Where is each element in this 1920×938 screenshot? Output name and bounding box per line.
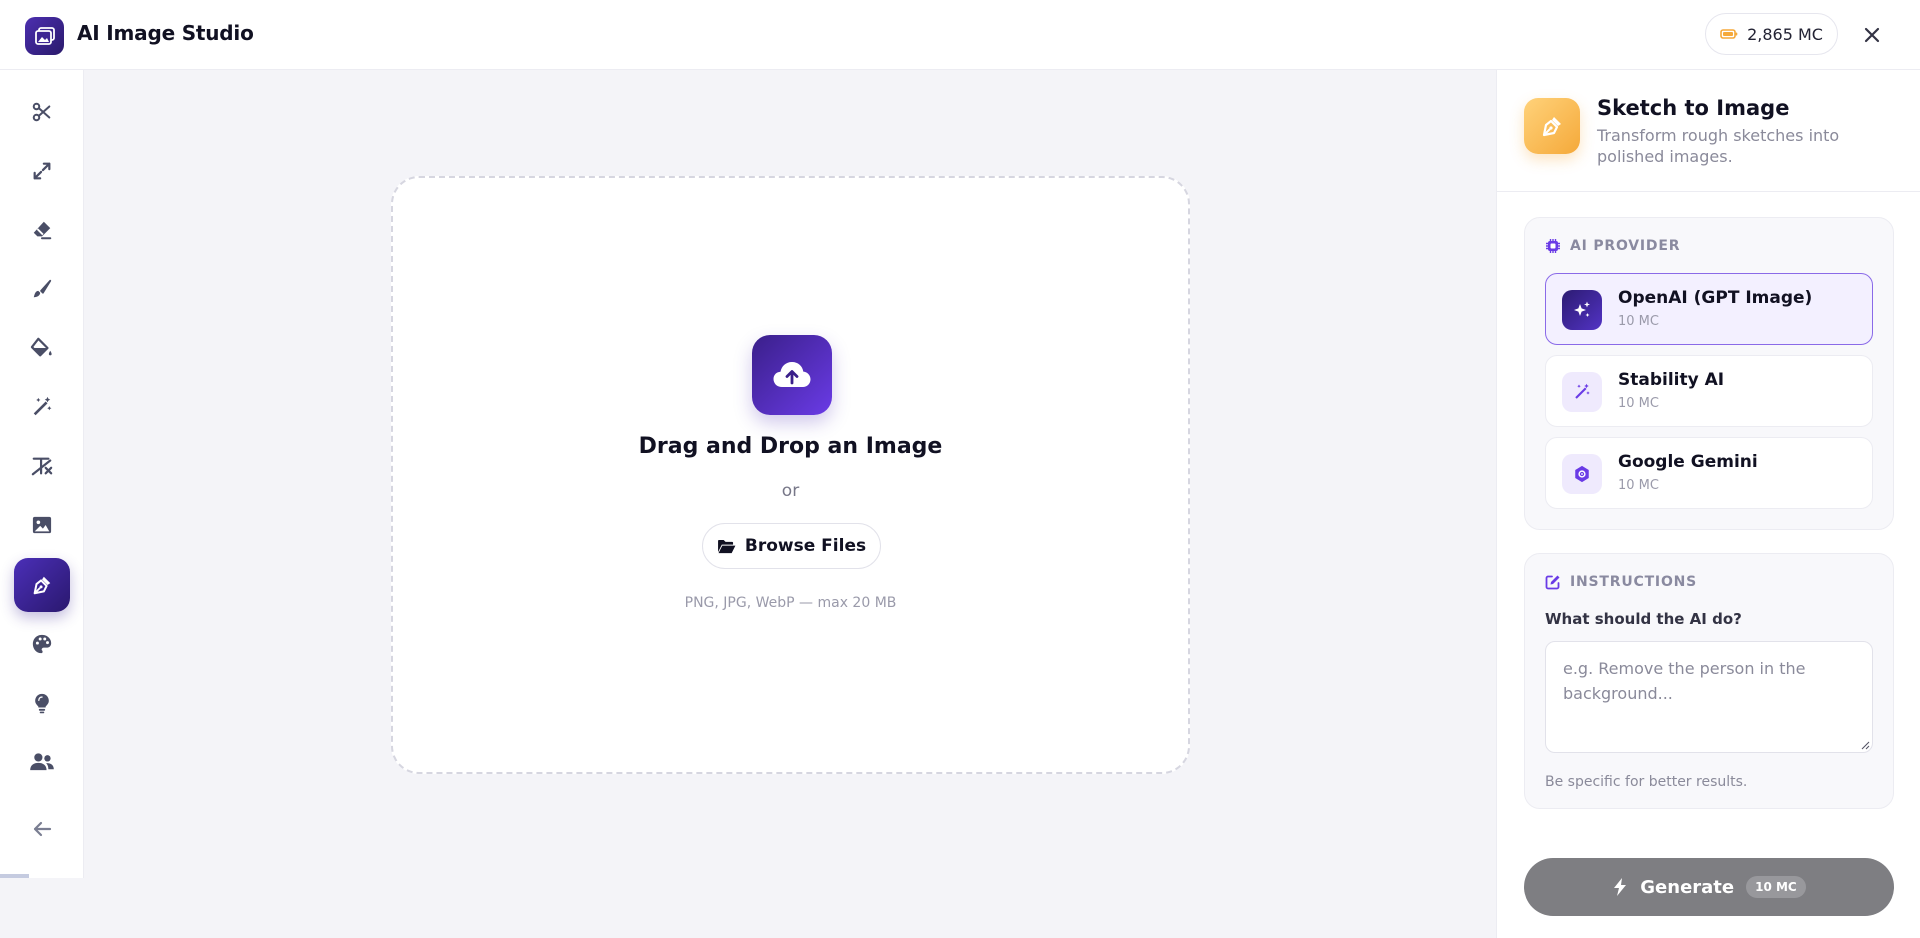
provider-option-gemini[interactable]: Google Gemini 10 MC	[1545, 437, 1873, 509]
sidebar-item-community[interactable]	[14, 735, 70, 789]
generate-cost-badge: 10 MC	[1746, 876, 1806, 898]
settings-panel: Sketch to Image Transform rough sketches…	[1496, 70, 1920, 938]
instructions-textarea[interactable]	[1545, 641, 1873, 753]
provider-icon	[1562, 372, 1602, 412]
provider-name: OpenAI (GPT Image)	[1618, 288, 1813, 308]
app-logo	[25, 17, 64, 55]
brush-icon	[33, 279, 52, 298]
sidebar-item-cut[interactable]	[14, 85, 70, 139]
credits-value: 2,865 MC	[1747, 24, 1823, 44]
credits-badge[interactable]: 2,865 MC	[1705, 13, 1838, 55]
provider-icon	[1562, 290, 1602, 330]
pen-nib-icon	[1542, 117, 1561, 137]
panel-divider	[1497, 191, 1920, 192]
provider-name: Stability AI	[1618, 370, 1725, 390]
app-title: AI Image Studio	[77, 21, 254, 45]
image-icon	[32, 516, 52, 534]
provider-option-openai[interactable]: OpenAI (GPT Image) 10 MC	[1545, 273, 1873, 345]
sidebar-scroll-indicator	[0, 874, 29, 878]
lightbulb-icon	[35, 693, 49, 714]
instructions-label: What should the AI do?	[1545, 610, 1742, 628]
sidebar-item-enhance[interactable]	[14, 380, 70, 434]
upload-badge	[752, 335, 832, 415]
arrow-left-icon	[33, 821, 52, 837]
battery-icon	[1720, 29, 1738, 39]
provider-name: Google Gemini	[1618, 452, 1758, 472]
sidebar-item-expand[interactable]	[14, 144, 70, 198]
provider-cost: 10 MC	[1618, 478, 1659, 493]
dropzone-format-hint: PNG, JPG, WebP — max 20 MB	[684, 595, 897, 611]
instructions-hint: Be specific for better results.	[1545, 774, 1748, 790]
provider-option-stability[interactable]: Stability AI 10 MC	[1545, 355, 1873, 427]
magic-wand-icon	[33, 396, 52, 416]
atom-icon	[1575, 465, 1589, 483]
eraser-icon	[33, 221, 52, 240]
pen-nib-icon	[33, 576, 51, 595]
image-dropzone[interactable]: Drag and Drop an Image or Browse Files P…	[391, 176, 1190, 774]
provider-cost: 10 MC	[1618, 396, 1659, 411]
sidebar-item-sketch[interactable]	[14, 558, 70, 612]
scissors-icon	[32, 102, 51, 122]
users-icon	[30, 753, 54, 771]
sidebar-item-fill[interactable]	[14, 321, 70, 375]
browse-files-button[interactable]: Browse Files	[702, 523, 881, 569]
close-icon	[1864, 27, 1880, 43]
browse-files-label: Browse Files	[744, 536, 867, 556]
expand-icon	[33, 162, 51, 180]
sidebar-item-erase[interactable]	[14, 203, 70, 257]
image-icon	[34, 27, 55, 45]
resize-handle-icon[interactable]	[1861, 741, 1870, 750]
close-button[interactable]	[1858, 21, 1886, 49]
lightning-icon	[1614, 878, 1627, 896]
palette-icon	[32, 634, 52, 654]
paint-bucket-icon	[30, 337, 52, 357]
cloud-upload-icon	[773, 362, 811, 387]
magic-wand-icon	[1575, 383, 1590, 399]
ai-provider-heading-text: AI PROVIDER	[1570, 238, 1681, 254]
remove-text-icon	[31, 457, 53, 476]
instructions-heading: INSTRUCTIONS	[1545, 574, 1697, 590]
sidebar-collapse-button[interactable]	[14, 802, 70, 856]
sparkles-icon	[1574, 301, 1590, 317]
top-bar: AI Image Studio 2,865 MC	[0, 0, 1920, 70]
sidebar-item-remove-text[interactable]	[14, 439, 70, 493]
tool-badge	[1524, 98, 1580, 154]
generate-button[interactable]: Generate 10 MC	[1524, 858, 1894, 916]
sidebar-item-images[interactable]	[14, 498, 70, 552]
instructions-card: INSTRUCTIONS What should the AI do? Be s…	[1524, 553, 1894, 809]
sidebar-item-paint[interactable]	[14, 262, 70, 316]
edit-icon	[1545, 575, 1560, 590]
cpu-icon	[1546, 239, 1560, 253]
provider-cost: 10 MC	[1618, 314, 1659, 329]
tool-subtitle: Transform rough sketches into polished i…	[1597, 126, 1840, 166]
dropzone-or-text: or	[781, 481, 800, 501]
dropzone-title: Drag and Drop an Image	[638, 434, 943, 459]
sidebar-item-ideas[interactable]	[14, 676, 70, 730]
ai-provider-heading: AI PROVIDER	[1545, 238, 1680, 254]
ai-provider-card: AI PROVIDER OpenAI (GPT Image) 10 MC Sta…	[1524, 217, 1894, 530]
tool-sidebar	[0, 70, 84, 878]
tool-title: Sketch to Image	[1597, 96, 1790, 120]
sidebar-item-style[interactable]	[14, 617, 70, 671]
generate-label: Generate	[1640, 876, 1735, 898]
provider-icon	[1562, 454, 1602, 494]
folder-open-icon	[717, 539, 736, 553]
instructions-heading-text: INSTRUCTIONS	[1570, 574, 1698, 590]
